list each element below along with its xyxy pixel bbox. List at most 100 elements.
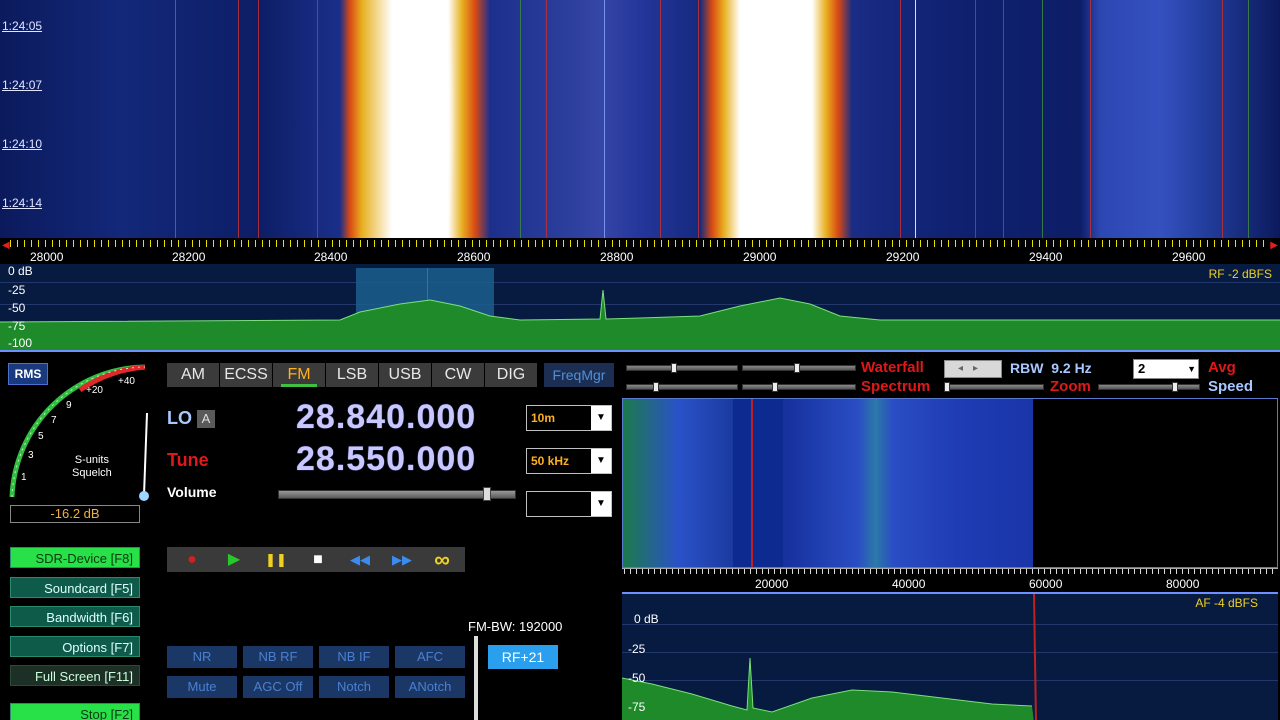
audio-marker (751, 399, 753, 567)
lo-frequency[interactable]: 28.840.000 (296, 398, 476, 437)
soundcard-button[interactable]: Soundcard [F5] (10, 577, 140, 598)
speed-slider[interactable] (1098, 384, 1200, 390)
options-button[interactable]: Options [F7] (10, 636, 140, 657)
bandwidth-button[interactable]: Bandwidth [F6] (10, 606, 140, 627)
waterfall-signal-line (175, 0, 176, 240)
avg-select[interactable]: 2 ▼ (1133, 359, 1199, 379)
rbw-readout: RBW 9.2 Hz (1010, 360, 1092, 376)
waterfall-signal-line (915, 0, 916, 240)
zoom-slider[interactable] (944, 384, 1044, 390)
freq-label: 28800 (600, 250, 634, 264)
waterfall-signal-line (604, 0, 605, 240)
freq-label: 28200 (172, 250, 206, 264)
audio-freq-label: 60000 (1029, 577, 1063, 591)
freq-label: 29000 (743, 250, 777, 264)
scroll-left-icon[interactable]: ◀ (2, 240, 10, 251)
waterfall-slider-1[interactable] (626, 365, 738, 371)
spectrum-slider-2[interactable] (742, 384, 856, 390)
slider-thumb[interactable] (944, 382, 950, 392)
nb-rf-button[interactable]: NB RF (243, 646, 313, 668)
freqmgr-button[interactable]: FreqMgr (544, 363, 614, 387)
mute-button[interactable]: Mute (167, 676, 237, 698)
chevron-down-icon: ▼ (591, 492, 611, 516)
stop-icon[interactable]: ■ (303, 547, 333, 572)
extra-select[interactable]: ▼ (526, 491, 612, 517)
slider-thumb[interactable] (794, 363, 800, 373)
scale-ticks (10, 240, 1270, 247)
avg-select-value: 2 (1138, 361, 1146, 376)
tune-frequency[interactable]: 28.550.000 (296, 440, 476, 479)
audio-waterfall[interactable] (622, 398, 1278, 568)
lo-badge[interactable]: A (197, 410, 215, 428)
rewind-icon[interactable]: ◀◀ (345, 547, 375, 572)
meter-caption: S-units Squelch (72, 454, 112, 480)
rms-button[interactable]: RMS (8, 363, 48, 385)
slider-thumb[interactable] (653, 382, 659, 392)
notch-button[interactable]: Notch (319, 676, 389, 698)
transport-bar: ● ▶ ❚❚ ■ ◀◀ ▶▶ ∞ (167, 547, 465, 572)
pause-icon[interactable]: ❚❚ (261, 547, 291, 572)
spectrum-trace (0, 289, 1280, 350)
fm-bandwidth-slider[interactable] (474, 636, 478, 720)
band-select[interactable]: 10m ▼ (526, 405, 612, 431)
rf-spectrum[interactable]: 0 dB -25 -50 -75 -100 RF -2 dBFS (0, 264, 1280, 352)
freq-label: 28000 (30, 250, 64, 264)
slider-thumb[interactable] (671, 363, 677, 373)
rf-gain-button[interactable]: RF+21 (488, 645, 558, 669)
freq-label: 28400 (314, 250, 348, 264)
nb-if-button[interactable]: NB IF (319, 646, 389, 668)
db-label: -25 (8, 283, 26, 297)
audio-band (623, 399, 733, 567)
waterfall-label: Waterfall (861, 359, 924, 376)
volume-slider-thumb[interactable] (483, 487, 491, 501)
loop-icon[interactable]: ∞ (427, 547, 457, 572)
audio-spectrum[interactable]: 0 dB -25 -50 -75 AF -4 dBFS (622, 592, 1278, 720)
record-icon[interactable]: ● (177, 547, 207, 572)
fast-forward-icon[interactable]: ▶▶ (387, 547, 417, 572)
spectrum-slider-1[interactable] (626, 384, 738, 390)
waterfall-arrows[interactable]: ◂▸ (944, 360, 1002, 378)
mode-dig-button[interactable]: DIG (485, 363, 537, 387)
scroll-right-icon[interactable]: ▶ (1270, 240, 1278, 251)
db-label: -25 (628, 642, 646, 656)
volume-label: Volume (167, 484, 217, 500)
mode-cw-button[interactable]: CW (432, 363, 484, 387)
volume-slider[interactable] (278, 490, 516, 499)
full-screen-button[interactable]: Full Screen [F11] (10, 665, 140, 686)
spectrum-label: Spectrum (861, 378, 931, 395)
afc-button[interactable]: AFC (395, 646, 465, 668)
waterfall-signal-line (1222, 0, 1223, 240)
rbw-value: 9.2 Hz (1051, 360, 1092, 376)
sdr-device-button[interactable]: SDR-Device [F8] (10, 547, 140, 568)
mode-usb-button[interactable]: USB (379, 363, 431, 387)
mode-am-button[interactable]: AM (167, 363, 219, 387)
mode-ecss-button[interactable]: ECSS (220, 363, 272, 387)
waterfall-signal-line (975, 0, 976, 240)
mode-fm-button[interactable]: FM (273, 363, 325, 387)
main-waterfall[interactable]: 1:24:05 1:24:07 1:24:10 1:24:14 (0, 0, 1280, 240)
meter-scale-label: +20 (86, 385, 103, 396)
frequency-scale[interactable]: ◀ ▶ 28000 28200 28400 28600 28800 29000 … (0, 238, 1280, 264)
rf-level-readout: RF -2 dBFS (1208, 267, 1272, 281)
speed-label: Speed (1208, 378, 1254, 395)
mode-lsb-button[interactable]: LSB (326, 363, 378, 387)
waterfall-signal-line (238, 0, 239, 240)
db-label: -75 (628, 700, 646, 714)
fm-bandwidth-label: FM-BW: 192000 (468, 619, 563, 634)
db-label: -75 (8, 319, 26, 333)
audio-freq-label: 20000 (755, 577, 789, 591)
slider-thumb[interactable] (1172, 382, 1178, 392)
audio-freq-label: 40000 (892, 577, 926, 591)
anotch-button[interactable]: ANotch (395, 676, 465, 698)
play-icon[interactable]: ▶ (219, 547, 249, 572)
stop-button[interactable]: Stop [F2] (10, 703, 140, 720)
lo-label: LO (167, 408, 192, 428)
agc-off-button[interactable]: AGC Off (243, 676, 313, 698)
step-select[interactable]: 50 kHz ▼ (526, 448, 612, 474)
meter-scale-label: 7 (51, 415, 57, 426)
nr-button[interactable]: NR (167, 646, 237, 668)
freq-label: 28600 (457, 250, 491, 264)
waterfall-timestamp: 1:24:14 (2, 196, 43, 210)
waterfall-signal-line (1248, 0, 1249, 240)
slider-thumb[interactable] (772, 382, 778, 392)
